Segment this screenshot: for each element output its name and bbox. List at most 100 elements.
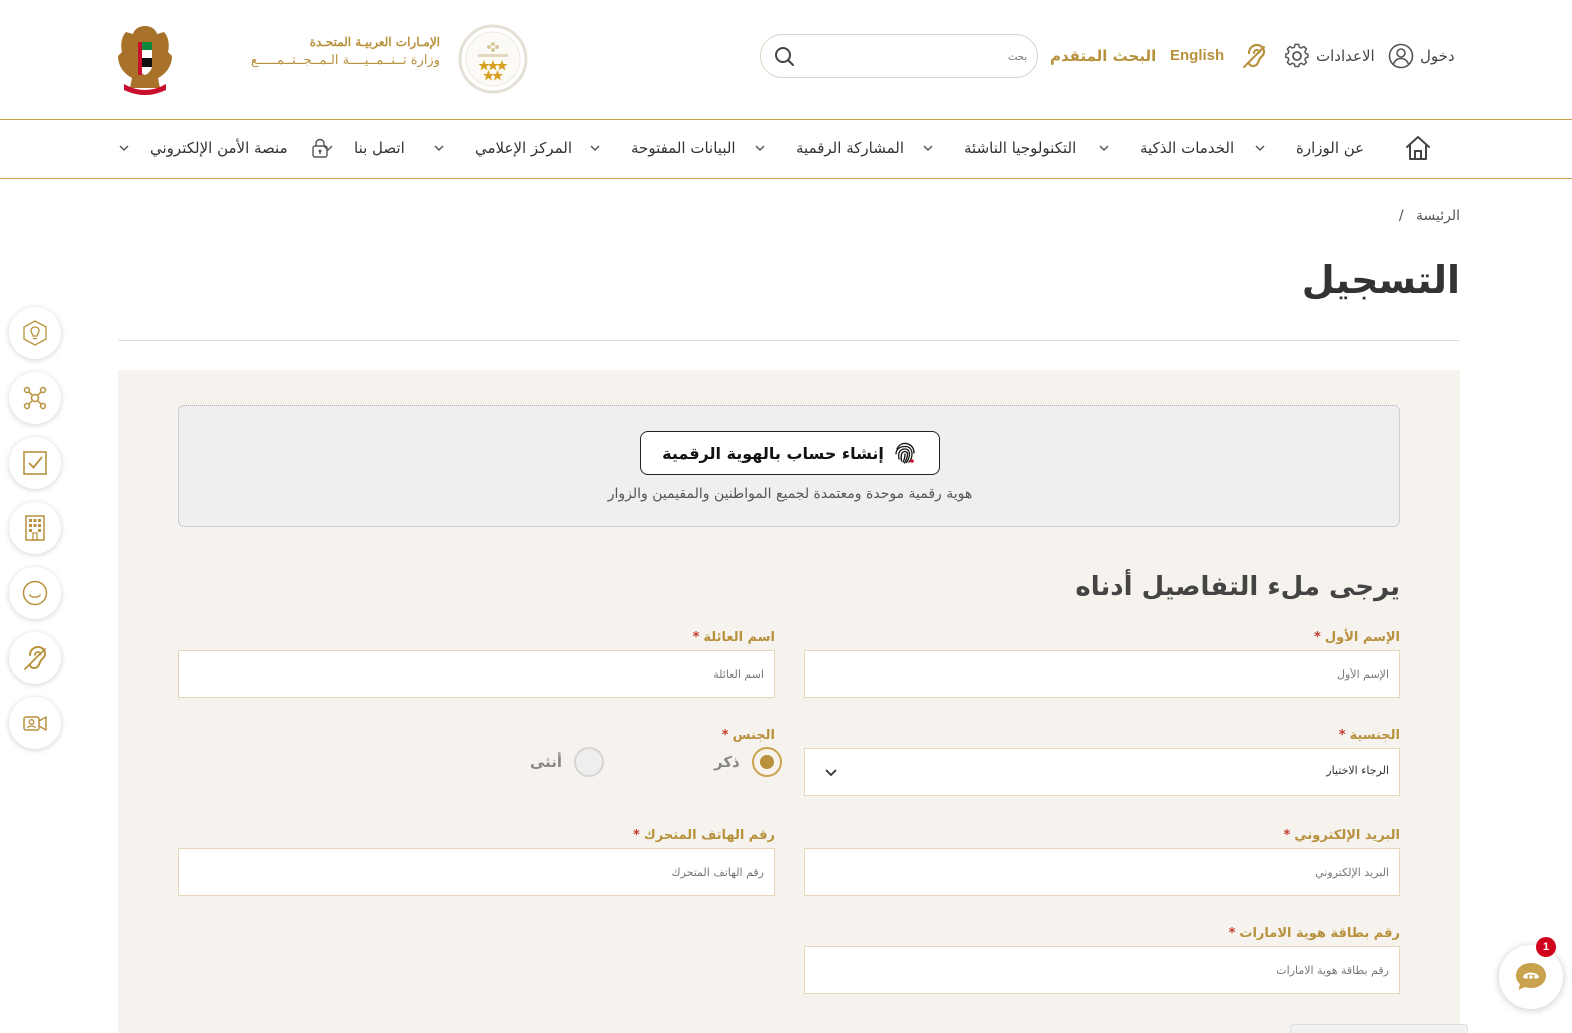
search-input[interactable] [807, 45, 1027, 69]
chevron-down-icon [825, 769, 837, 777]
nationality-select[interactable]: الرجاء الاختيار [804, 748, 1400, 796]
first-name-input[interactable] [804, 650, 1400, 698]
gender-label-text: الجنس [732, 728, 775, 743]
nav-item-label: عن الوزارة [1296, 139, 1365, 157]
side-tool-feedback[interactable] [9, 567, 61, 619]
emirates-id-label: رقم بطاقة هوية الامارات* [806, 926, 1400, 941]
advanced-search-link[interactable]: البحث المتقدم [1050, 44, 1156, 68]
side-tool-hearing[interactable] [9, 632, 61, 684]
uaepass-box: إنشاء حساب بالهوية الرقمية هوية رقمية مو… [178, 405, 1400, 527]
side-tool-network[interactable] [9, 372, 61, 424]
nav-item-media-center[interactable]: المركز الإعلامي [433, 136, 572, 160]
ministry-logo[interactable]: الإمـارات العربيـة المتحـدة وزارة تــنــ… [116, 22, 440, 98]
nav-item-label: البيانات المفتوحة [631, 139, 736, 157]
checkbox-icon [23, 451, 47, 475]
chevron-down-icon [1099, 145, 1109, 152]
required-mark: * [1283, 828, 1291, 843]
login-button[interactable]: دخول [1388, 42, 1455, 70]
gender-label: الجنس* [178, 728, 775, 743]
chevron-down-icon [755, 145, 765, 152]
radio-circle [751, 747, 782, 777]
side-tool-buildings[interactable] [9, 502, 61, 554]
hearing-icon [24, 645, 47, 670]
gender-female-label: أنثى [530, 753, 563, 771]
search-box[interactable] [760, 34, 1038, 78]
uaepass-note: هوية رقمية موحدة ومعتمدة لجميع المواطنين… [607, 486, 973, 502]
breadcrumb-home[interactable]: الرئيسة [1416, 208, 1460, 224]
emirates-id-label-text: رقم بطاقة هوية الامارات [1239, 926, 1400, 941]
required-mark: * [1228, 926, 1236, 941]
nav-item-emerging-tech[interactable]: التكنولوجيا الناشئة [922, 136, 1076, 160]
nav-item-contact[interactable]: اتصل بنا [322, 136, 405, 160]
bottom-widget-tab[interactable] [1290, 1024, 1468, 1033]
nav-item-label: اتصل بنا [354, 139, 405, 157]
mobile-label: رقم الهاتف المتحرك* [178, 828, 775, 843]
side-tool-survey[interactable] [9, 437, 61, 489]
first-name-label-text: الإسم الأول [1324, 630, 1400, 645]
form-heading: يرجى ملء التفاصيل أدناه [1075, 572, 1400, 602]
nav-item-smart-services[interactable]: الخدمات الذكية [1098, 136, 1234, 160]
nationality-label-text: الجنسية [1349, 728, 1400, 743]
nav-item-label: المركز الإعلامي [475, 139, 573, 157]
page-title: التسجيل [1301, 258, 1460, 302]
breadcrumb-separator: / [1398, 208, 1404, 224]
email-input[interactable] [804, 848, 1400, 896]
required-mark: * [692, 630, 700, 645]
radio-dot [759, 755, 774, 769]
nav-item-label: منصة الأمن الإلكتروني [150, 139, 288, 157]
search-icon[interactable] [773, 45, 795, 67]
nav-item-label: الخدمات الذكية [1140, 139, 1235, 157]
nav-item-about[interactable]: عن الوزارة [1254, 136, 1364, 160]
nav-item-label: التكنولوجيا الناشئة [964, 139, 1077, 157]
login-label: دخول [1420, 47, 1455, 65]
home-icon[interactable] [1404, 134, 1432, 162]
uae-emblem-icon [118, 26, 172, 95]
chat-icon [1516, 963, 1546, 990]
chevron-down-icon [923, 145, 933, 152]
chat-notification-badge: 1 [1536, 937, 1556, 957]
chevron-down-icon [1255, 145, 1265, 152]
family-name-label: اسم العائلة* [178, 630, 775, 645]
family-name-label-text: اسم العائلة [703, 630, 775, 645]
registration-panel: إنشاء حساب بالهوية الرقمية هوية رقمية مو… [118, 370, 1460, 1033]
chat-button[interactable] [1499, 945, 1563, 1009]
smiley-icon [22, 580, 48, 606]
hearing-icon[interactable] [1240, 42, 1268, 70]
nav-item-cyber-wrap: منصة الأمن الإلكتروني [150, 138, 330, 158]
mobile-input[interactable] [178, 848, 775, 896]
language-switch-link[interactable]: English [1170, 44, 1224, 68]
fingerprint-icon [895, 442, 915, 464]
chevron-down-icon [590, 145, 600, 152]
uaepass-signup-button[interactable]: إنشاء حساب بالهوية الرقمية [640, 431, 940, 475]
uaepass-signup-label: إنشاء حساب بالهوية الرقمية [662, 443, 884, 463]
top-header: الإمـارات العربيـة المتحـدة وزارة تــنــ… [0, 0, 1572, 120]
emirates-id-input[interactable] [804, 946, 1400, 994]
nav-item-digital-participation[interactable]: المشاركة الرقمية [754, 136, 904, 160]
required-mark: * [1338, 728, 1346, 743]
nav-item-label: المشاركة الرقمية [796, 139, 904, 157]
email-label-text: البريد الإلكتروني [1294, 828, 1400, 843]
family-name-input[interactable] [178, 650, 775, 698]
gender-male-radio[interactable]: ذكر [714, 746, 782, 778]
settings-button[interactable]: الاعدادات [1284, 42, 1375, 70]
lightbulb-hexagon-icon [23, 320, 47, 346]
gender-female-radio[interactable]: أنثى [530, 746, 605, 778]
nav-item-open-data[interactable]: البيانات المفتوحة [589, 136, 736, 160]
gear-icon [1285, 43, 1309, 68]
ministry-name-line1: الإمـارات العربيـة المتحـدة [309, 35, 440, 49]
nav-item-cyber-security[interactable]: منصة الأمن الإلكتروني [118, 136, 330, 160]
nationality-selected-value: الرجاء الاختيار [1326, 764, 1389, 777]
side-tool-video[interactable] [9, 697, 61, 749]
required-mark: * [721, 728, 729, 743]
stars-rating-logo-icon [458, 24, 528, 94]
side-tool-ai[interactable] [9, 307, 61, 359]
ministry-name-line2: وزارة تــنــمــيــــة الـمــجــتــمـــــ… [250, 53, 440, 68]
building-icon [25, 515, 45, 541]
title-divider [118, 340, 1460, 341]
required-mark: * [1314, 630, 1321, 645]
main-navigation: عن الوزارة الخدمات الذكية التكنولوجيا ال… [0, 120, 1572, 179]
settings-label: الاعدادات [1316, 47, 1375, 65]
breadcrumb: الرئيسة / [1300, 208, 1460, 224]
lock-icon [311, 138, 328, 158]
gender-male-label: ذكر [714, 753, 740, 771]
